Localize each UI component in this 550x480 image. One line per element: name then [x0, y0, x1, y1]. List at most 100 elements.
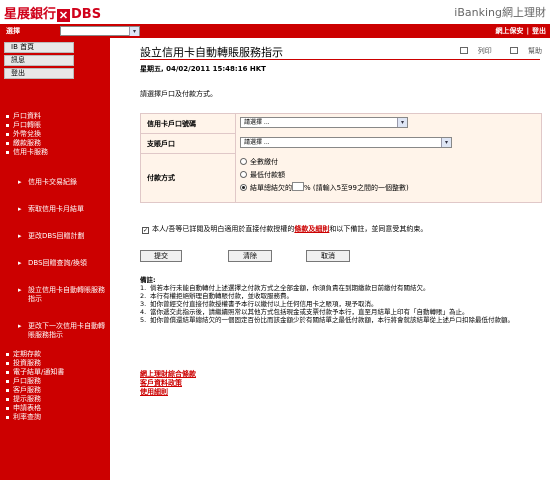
terms-of-use-link[interactable]: 使用細則 [140, 388, 196, 397]
note-item: 5. 如你曾償還結單總結欠的一個固定百份比而該金額少於有關結單之最低付款額，本行將… [140, 316, 540, 324]
page-tools: 列印 幫助 [444, 46, 542, 56]
clear-button[interactable]: 清除 [228, 250, 272, 262]
submenu-change-autopay[interactable]: 更改下一次信用卡自動轉賬服務指示 [18, 322, 108, 340]
instruction-text: 請選擇戶口及付款方式。 [140, 90, 217, 98]
submenu-card-statement[interactable]: 索取信用卡月結單 [18, 205, 108, 214]
option-full-payment[interactable]: 全數繳付 [240, 156, 541, 169]
chevron-down-icon: ▾ [129, 27, 139, 36]
option-percent-prefix: 結單總結欠的 [250, 184, 292, 192]
note-number: 1. [140, 284, 147, 292]
sidebar-item-fx[interactable]: 外幣兌換 [6, 130, 48, 139]
option-percent-payment[interactable]: 結單總結欠的 % (請輸入5至99之間的一個整數) [240, 182, 541, 195]
payment-method-row: 付款方式 全數繳付 最低付款額 結單總結欠的 % (請輸入5至99之間的一個整數) [141, 154, 541, 202]
help-icon [510, 47, 518, 54]
top-nav-bar: 選擇 常用服務 ... ▾ 網上保安 | 登出 [0, 24, 550, 38]
debit-account-label: 支賬戶口 [141, 134, 235, 153]
debit-account-select[interactable]: 請選擇 ... ▾ [240, 137, 452, 148]
dbs-x-icon: ✕ [57, 9, 71, 22]
sidebar-item-transfer[interactable]: 戶口轉賬 [6, 121, 48, 130]
sidebar-item-investment[interactable]: 投資服務 [6, 359, 64, 368]
submenu-setup-autopay[interactable]: 設立信用卡自動轉賬服務指示 [18, 286, 108, 304]
logout-button[interactable]: 登出 [4, 68, 74, 79]
card-account-cell: 請選擇 ... ▾ [235, 114, 541, 134]
security-link[interactable]: 網上保安 [495, 27, 523, 35]
sidebar-quick-links: IB 首頁 訊息 登出 [4, 42, 106, 81]
sidebar-menu-top: 戶口資料 戶口轉賬 外幣兌換 繳款服務 信用卡服務 [6, 112, 48, 157]
cancel-button[interactable]: 取消 [306, 250, 350, 262]
ibanking-brand: iBanking網上理財 [454, 6, 546, 19]
option-min-payment[interactable]: 最低付款額 [240, 169, 541, 182]
privacy-policy-link[interactable]: 客戶資料政策 [140, 379, 196, 388]
chevron-down-icon: ▾ [441, 138, 451, 147]
sidebar-menu-bottom: 定期存款 投資服務 電子結單/通知書 戶口服務 客戶服務 提示服務 申請表格 利… [6, 350, 64, 422]
submenu-rebate-plan[interactable]: 更改DBS回贈計劃 [18, 232, 108, 241]
submit-button[interactable]: 提交 [140, 250, 182, 262]
logo-dbs-text: DBS [71, 7, 102, 22]
header: 星展銀行 ✕ DBS iBanking網上理財 [0, 0, 550, 24]
note-text: 倘若本行未能自動轉付上述選擇之付款方式之全部金額，你須負責在到期繳款日前繳付有關… [150, 284, 430, 292]
common-services-select[interactable]: 常用服務 ... ▾ [60, 26, 140, 36]
common-services-value: 常用服務 ... [64, 28, 96, 35]
ib-home-button[interactable]: IB 首頁 [4, 42, 74, 53]
help-link[interactable]: 幫助 [502, 47, 542, 55]
note-text: 本行有權拒絕辦理自動轉賬付款，並收取服務費。 [150, 292, 293, 300]
title-divider [140, 59, 540, 60]
top-logout-link[interactable]: 登出 [532, 27, 546, 35]
print-label: 列印 [477, 47, 492, 55]
agree-checkbox[interactable]: ✓ [142, 227, 149, 234]
radio-percent-payment[interactable] [240, 184, 247, 191]
sidebar-item-payment[interactable]: 繳款服務 [6, 139, 48, 148]
card-account-select[interactable]: 請選擇 ... ▾ [240, 117, 408, 128]
messages-button[interactable]: 訊息 [4, 55, 74, 66]
print-link[interactable]: 列印 [452, 47, 492, 55]
notes-list: 1. 倘若本行未能自動轉付上述選擇之付款方式之全部金額，你須負責在到期繳款日前繳付… [140, 284, 540, 324]
sidebar-item-account-service[interactable]: 戶口服務 [6, 377, 64, 386]
note-text: 當你遞交此指示後，請繼續照常以其他方式包括現金或支票付款予本行，直至月結單上印有… [150, 308, 469, 316]
note-number: 4. [140, 308, 147, 316]
dbs-logo[interactable]: 星展銀行 ✕ DBS [4, 3, 101, 22]
debit-account-cell: 請選擇 ... ▾ [235, 134, 541, 154]
note-text: 如你曾經交付直接付款授權書予本行以繳付以上任何信用卡之賬項，現予取消。 [150, 300, 378, 308]
agree-prefix: 本人/吾等已詳閱及明白適用於直接付款授權的 [152, 225, 295, 233]
percent-input[interactable] [292, 182, 304, 191]
radio-full-payment[interactable] [240, 158, 247, 165]
sidebar-item-rates[interactable]: 利率查詢 [6, 413, 64, 422]
printer-icon [459, 47, 468, 54]
note-item: 2. 本行有權拒絕辦理自動轉賬付款，並收取服務費。 [140, 292, 540, 300]
option-min-label: 最低付款額 [250, 171, 285, 179]
autopay-form: 信用卡戶口號碼 請選擇 ... ▾ 支賬戶口 請選擇 ... ▾ 付款方式 全數… [140, 113, 542, 203]
note-item: 3. 如你曾經交付直接付款授權書予本行以繳付以上任何信用卡之賬項，現予取消。 [140, 300, 540, 308]
option-percent-suffix: % (請輸入5至99之間的一個整數) [304, 184, 409, 192]
sidebar-item-estatement[interactable]: 電子結單/通知書 [6, 368, 64, 377]
credit-card-submenu: 信用卡交易紀錄 索取信用卡月結單 更改DBS回贈計劃 DBS回贈查詢/換領 設立… [18, 178, 108, 358]
option-full-label: 全數繳付 [250, 158, 278, 166]
card-account-row: 信用卡戶口號碼 請選擇 ... ▾ [141, 114, 541, 134]
select-label: 選擇 [6, 27, 20, 35]
top-links: 網上保安 | 登出 [492, 26, 546, 36]
submenu-rebate-redeem[interactable]: DBS回贈查詢/換領 [18, 259, 108, 268]
general-terms-link[interactable]: 網上理財綜合條款 [140, 370, 196, 379]
card-account-value: 請選擇 ... [244, 119, 270, 126]
note-item: 1. 倘若本行未能自動轉付上述選擇之付款方式之全部金額，你須負責在到期繳款日前繳付… [140, 284, 540, 292]
sidebar-item-time-deposit[interactable]: 定期存款 [6, 350, 64, 359]
note-number: 5. [140, 316, 147, 324]
debit-account-value: 請選擇 ... [244, 139, 270, 146]
submenu-card-transactions[interactable]: 信用卡交易紀錄 [18, 178, 108, 187]
payment-method-label: 付款方式 [141, 154, 235, 202]
payment-method-cell: 全數繳付 最低付款額 結單總結欠的 % (請輸入5至99之間的一個整數) [235, 154, 541, 202]
sidebar-item-forms[interactable]: 申請表格 [6, 404, 64, 413]
notes-heading: 備註: [140, 276, 156, 284]
notes: 備註: 1. 倘若本行未能自動轉付上述選擇之付款方式之全部金額，你須負責在到期繳款… [140, 276, 540, 324]
sidebar-item-account-info[interactable]: 戶口資料 [6, 112, 48, 121]
sidebar-item-credit-card[interactable]: 信用卡服務 [6, 148, 48, 157]
sidebar-item-alert[interactable]: 提示服務 [6, 395, 64, 404]
logo-chinese-text: 星展銀行 [4, 7, 57, 22]
note-text: 如你曾償還結單總結欠的一個固定百份比而該金額少於有關結單之最低付款額，本行將會就… [150, 316, 514, 324]
radio-min-payment[interactable] [240, 171, 247, 178]
sidebar-item-customer-service[interactable]: 客戶服務 [6, 386, 64, 395]
sidebar: IB 首頁 訊息 登出 戶口資料 戶口轉賬 外幣兌換 繳款服務 信用卡服務 信用… [0, 38, 110, 480]
page-title: 設立信用卡自動轉賬服務指示 [140, 46, 283, 59]
footer-links: 網上理財綜合條款 客戶資料政策 使用細則 [140, 370, 196, 397]
datetime: 星期五, 04/02/2011 15:48:16 HKT [140, 65, 266, 73]
terms-link[interactable]: 條款及細則 [294, 225, 329, 233]
